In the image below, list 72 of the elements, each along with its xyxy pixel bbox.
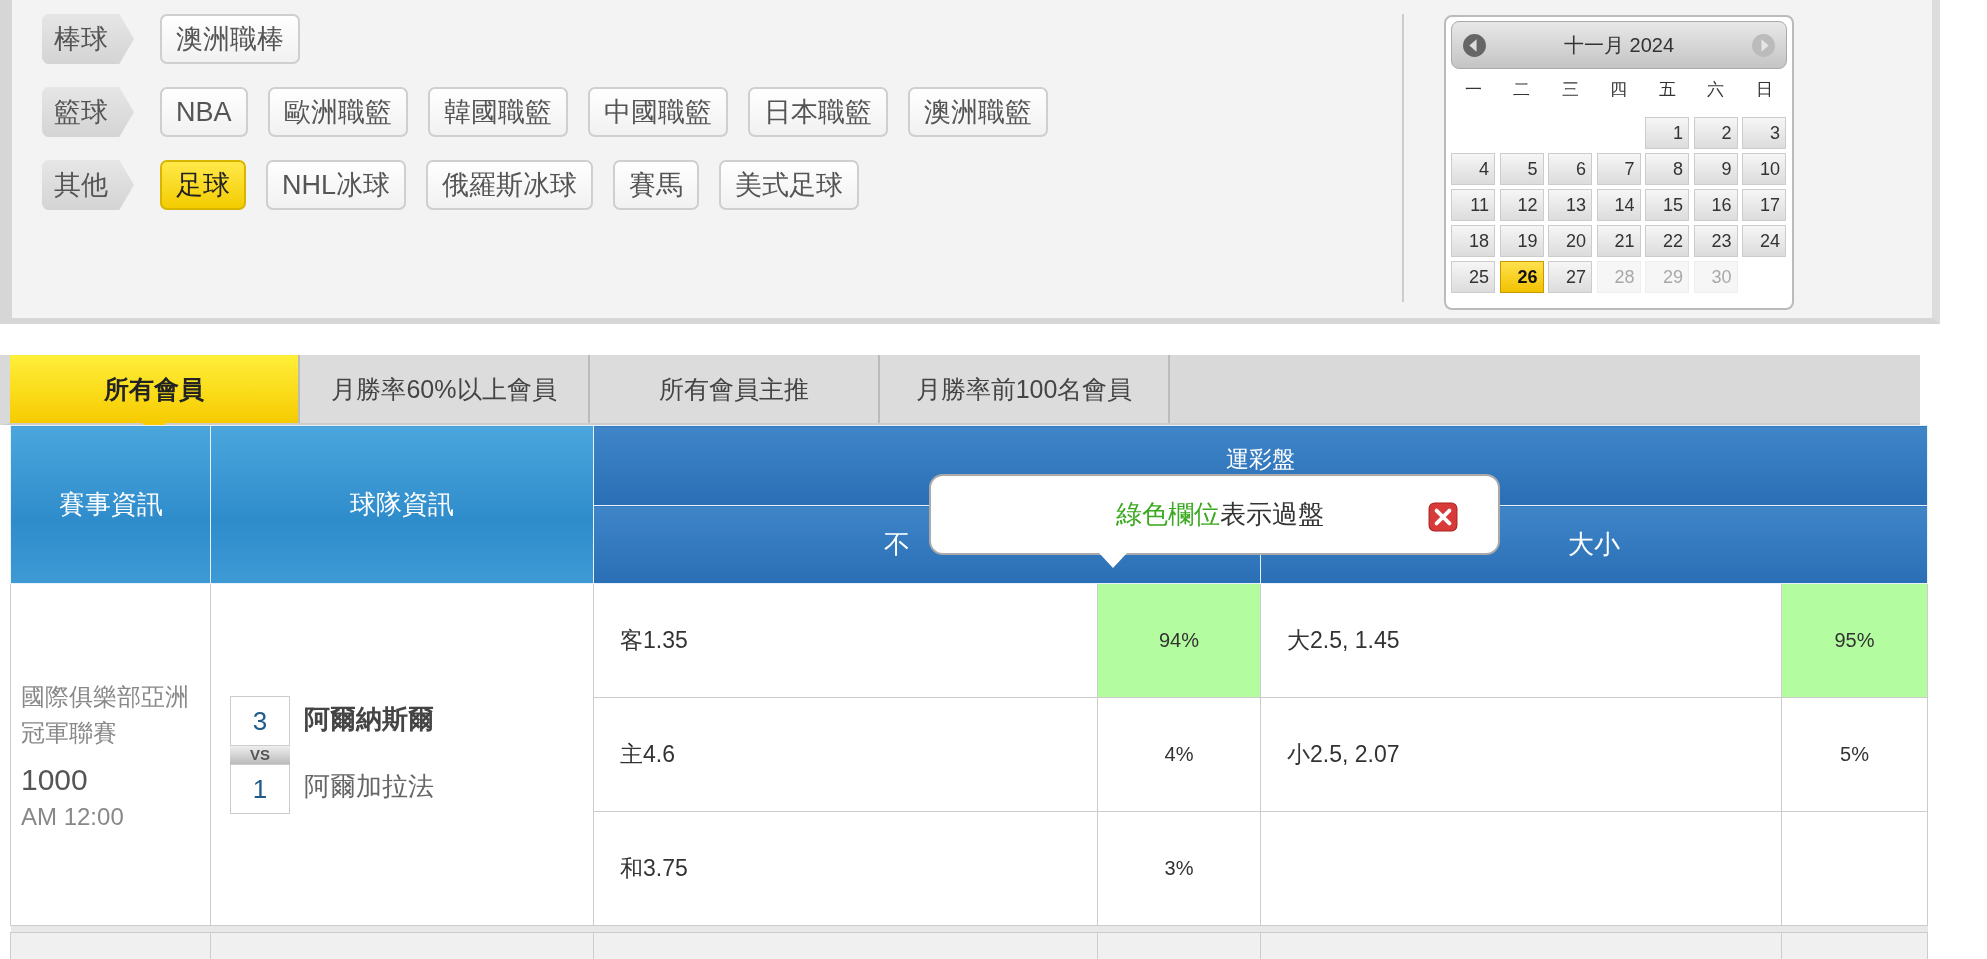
calendar-day[interactable]: 27	[1548, 261, 1592, 293]
percent-cell: 3%	[1097, 811, 1261, 926]
odds-cell: 客1.35	[593, 583, 1098, 698]
calendar-day[interactable]: 2	[1693, 117, 1738, 149]
category-button[interactable]: 足球	[160, 160, 246, 210]
calendar-day[interactable]: 7	[1596, 153, 1641, 185]
category-label: 棒球	[42, 14, 134, 64]
calendar-day[interactable]: 14	[1596, 189, 1641, 221]
odds-cell: 主4.6	[593, 697, 1098, 812]
weekday-label: 二	[1512, 79, 1531, 101]
calendar-day[interactable]: 19	[1499, 225, 1544, 257]
calendar-day[interactable]: 5	[1499, 153, 1544, 185]
prev-month-icon[interactable]	[1462, 32, 1487, 58]
calendar-day[interactable]: 16	[1693, 189, 1738, 221]
calendar-day[interactable]: 23	[1693, 225, 1738, 257]
calendar-day[interactable]: 1	[1645, 117, 1689, 149]
category-button[interactable]: NBA	[160, 87, 248, 137]
calendar-day[interactable]: 12	[1499, 189, 1544, 221]
category-button[interactable]: 澳洲職籃	[907, 87, 1048, 137]
category-label: 其他	[42, 160, 134, 210]
weekday-label: 六	[1706, 79, 1725, 101]
category-button[interactable]: 賽馬	[613, 160, 699, 210]
calendar-day[interactable]: 15	[1645, 189, 1689, 221]
weekday-label: 日	[1754, 79, 1774, 101]
score-box: 3	[230, 695, 290, 746]
category-button[interactable]: 歐洲職籃	[267, 87, 408, 137]
category-button[interactable]: 澳洲職棒	[160, 14, 300, 64]
calendar-day[interactable]: 9	[1693, 153, 1738, 185]
calendar-day[interactable]: 22	[1645, 225, 1689, 257]
team-name: 阿爾加拉法	[304, 769, 434, 803]
tab[interactable]: 所有會員	[10, 355, 300, 423]
calendar-day[interactable]: 3	[1742, 117, 1786, 149]
calendar-day[interactable]: 24	[1742, 225, 1786, 257]
calendar-day[interactable]: 25	[1451, 261, 1495, 293]
weekday-label: 五	[1657, 79, 1677, 101]
calendar-day[interactable]: 21	[1596, 225, 1641, 257]
weekday-label: 四	[1609, 79, 1628, 101]
category-button[interactable]: 俄羅斯冰球	[426, 160, 593, 210]
odds-cell: 小2.5, 2.07	[1260, 697, 1782, 812]
match-number: 1000	[21, 762, 89, 797]
percent-cell: 94%	[1097, 583, 1261, 698]
calendar-day[interactable]: 18	[1451, 225, 1495, 257]
calendar-day[interactable]: 13	[1548, 189, 1592, 221]
category-button[interactable]: 日本職籃	[747, 87, 888, 137]
close-icon[interactable]	[1428, 502, 1458, 532]
header-cell: 賽事資訊	[10, 425, 211, 584]
calendar-day[interactable]: 8	[1645, 153, 1689, 185]
calendar-day[interactable]: 11	[1451, 189, 1495, 221]
weekday-label: 一	[1463, 79, 1483, 101]
percent-cell: 95%	[1781, 583, 1928, 698]
header-cell: 球隊資訊	[210, 425, 594, 584]
weekday-label: 三	[1560, 79, 1580, 101]
odds-cell: 大2.5, 1.45	[1260, 583, 1782, 698]
calendar-day[interactable]: 4	[1451, 153, 1495, 185]
calendar-day[interactable]: 17	[1742, 189, 1786, 221]
category-button[interactable]: 中國職籃	[587, 87, 728, 137]
category-label: 籃球	[42, 87, 134, 137]
score-box: 1	[230, 763, 290, 814]
category-button[interactable]: 韓國職籃	[427, 87, 568, 137]
month-title: 十一月 2024	[1562, 32, 1676, 58]
team-name: 阿爾納斯爾	[304, 702, 434, 736]
calendar-day[interactable]: 10	[1742, 153, 1786, 185]
odds-cell: 和3.75	[593, 811, 1098, 926]
percent-cell: 4%	[1097, 697, 1261, 812]
calendar-day[interactable]: 20	[1548, 225, 1592, 257]
league-name: 國際俱樂部亞洲冠軍聯賽	[21, 681, 190, 748]
match-time: AM 12:00	[21, 802, 125, 831]
calendar-day[interactable]: 6	[1548, 153, 1592, 185]
percent-cell: 5%	[1781, 697, 1928, 812]
calendar-day[interactable]: 26	[1499, 261, 1544, 293]
category-button[interactable]: NHL冰球	[266, 160, 406, 210]
category-button[interactable]: 美式足球	[719, 160, 859, 210]
